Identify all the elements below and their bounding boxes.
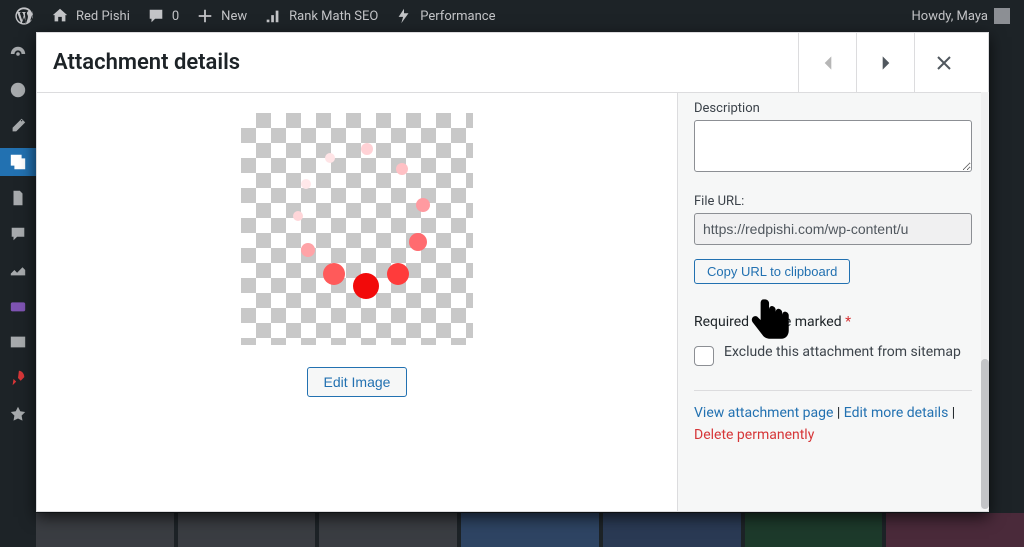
- howdy-link[interactable]: Howdy, Maya: [904, 0, 1019, 32]
- rankmath-link[interactable]: Rank Math SEO: [255, 0, 386, 32]
- avatar-icon: [994, 8, 1010, 24]
- exclude-sitemap-checkbox[interactable]: [694, 346, 714, 366]
- close-button[interactable]: [914, 33, 972, 93]
- prev-button[interactable]: [798, 33, 856, 93]
- howdy-text: Howdy, Maya: [912, 9, 989, 24]
- pages-icon[interactable]: [0, 184, 36, 212]
- file-url-input[interactable]: [694, 213, 972, 245]
- edit-more-details-link[interactable]: Edit more details: [844, 405, 949, 421]
- wp-logo[interactable]: [6, 0, 42, 32]
- required-fields-note: Required e marked *: [694, 314, 972, 330]
- description-textarea[interactable]: [694, 120, 972, 172]
- rankmath-text: Rank Math SEO: [289, 9, 378, 24]
- performance-icon: [394, 6, 414, 26]
- posts-icon[interactable]: [0, 112, 36, 140]
- file-url-label: File URL:: [694, 194, 972, 209]
- media-icon[interactable]: [0, 148, 36, 176]
- delete-permanently-link[interactable]: Delete permanently: [694, 427, 814, 443]
- plus-icon: [195, 6, 215, 26]
- dashboard-icon[interactable]: [0, 40, 36, 68]
- comments-sidebar-icon[interactable]: [0, 220, 36, 248]
- new-text: New: [221, 9, 247, 24]
- performance-text: Performance: [420, 9, 495, 24]
- site-name-link[interactable]: Red Pishi: [42, 0, 138, 32]
- analytics-icon[interactable]: [0, 256, 36, 284]
- performance-link[interactable]: Performance: [386, 0, 503, 32]
- new-link[interactable]: New: [187, 0, 255, 32]
- home-icon: [50, 6, 70, 26]
- rocket-icon[interactable]: [0, 364, 36, 392]
- star-icon[interactable]: [0, 400, 36, 428]
- site-name-text: Red Pishi: [76, 9, 130, 24]
- details-column: Description File URL: Copy URL to clipbo…: [678, 93, 988, 511]
- view-attachment-link[interactable]: View attachment page: [694, 405, 833, 421]
- description-label: Description: [694, 101, 972, 116]
- wordpress-icon: [14, 6, 34, 26]
- preview-column: Edit Image: [37, 93, 678, 511]
- envelope-icon[interactable]: [0, 328, 36, 356]
- rankmath-icon: [263, 6, 283, 26]
- next-button[interactable]: [856, 33, 914, 93]
- comment-icon: [146, 6, 166, 26]
- admin-sidebar: [0, 32, 36, 547]
- attachment-details-modal: Attachment details: [36, 32, 989, 512]
- edit-image-button[interactable]: Edit Image: [307, 367, 408, 397]
- woocommerce-icon[interactable]: [0, 292, 36, 320]
- modal-header: Attachment details: [37, 33, 988, 93]
- admin-bar: Red Pishi 0 New Rank Math SEO Performanc…: [0, 0, 1024, 32]
- comments-link[interactable]: 0: [138, 0, 187, 32]
- details-scrollbar[interactable]: [981, 92, 989, 509]
- comments-count: 0: [172, 9, 179, 24]
- modal-title: Attachment details: [53, 50, 798, 75]
- media-grid-background: [36, 513, 1024, 547]
- copy-url-button[interactable]: Copy URL to clipboard: [694, 259, 850, 284]
- jetpack-icon[interactable]: [0, 76, 36, 104]
- attachment-preview: [241, 113, 473, 345]
- exclude-sitemap-label: Exclude this attachment from sitemap: [724, 344, 961, 360]
